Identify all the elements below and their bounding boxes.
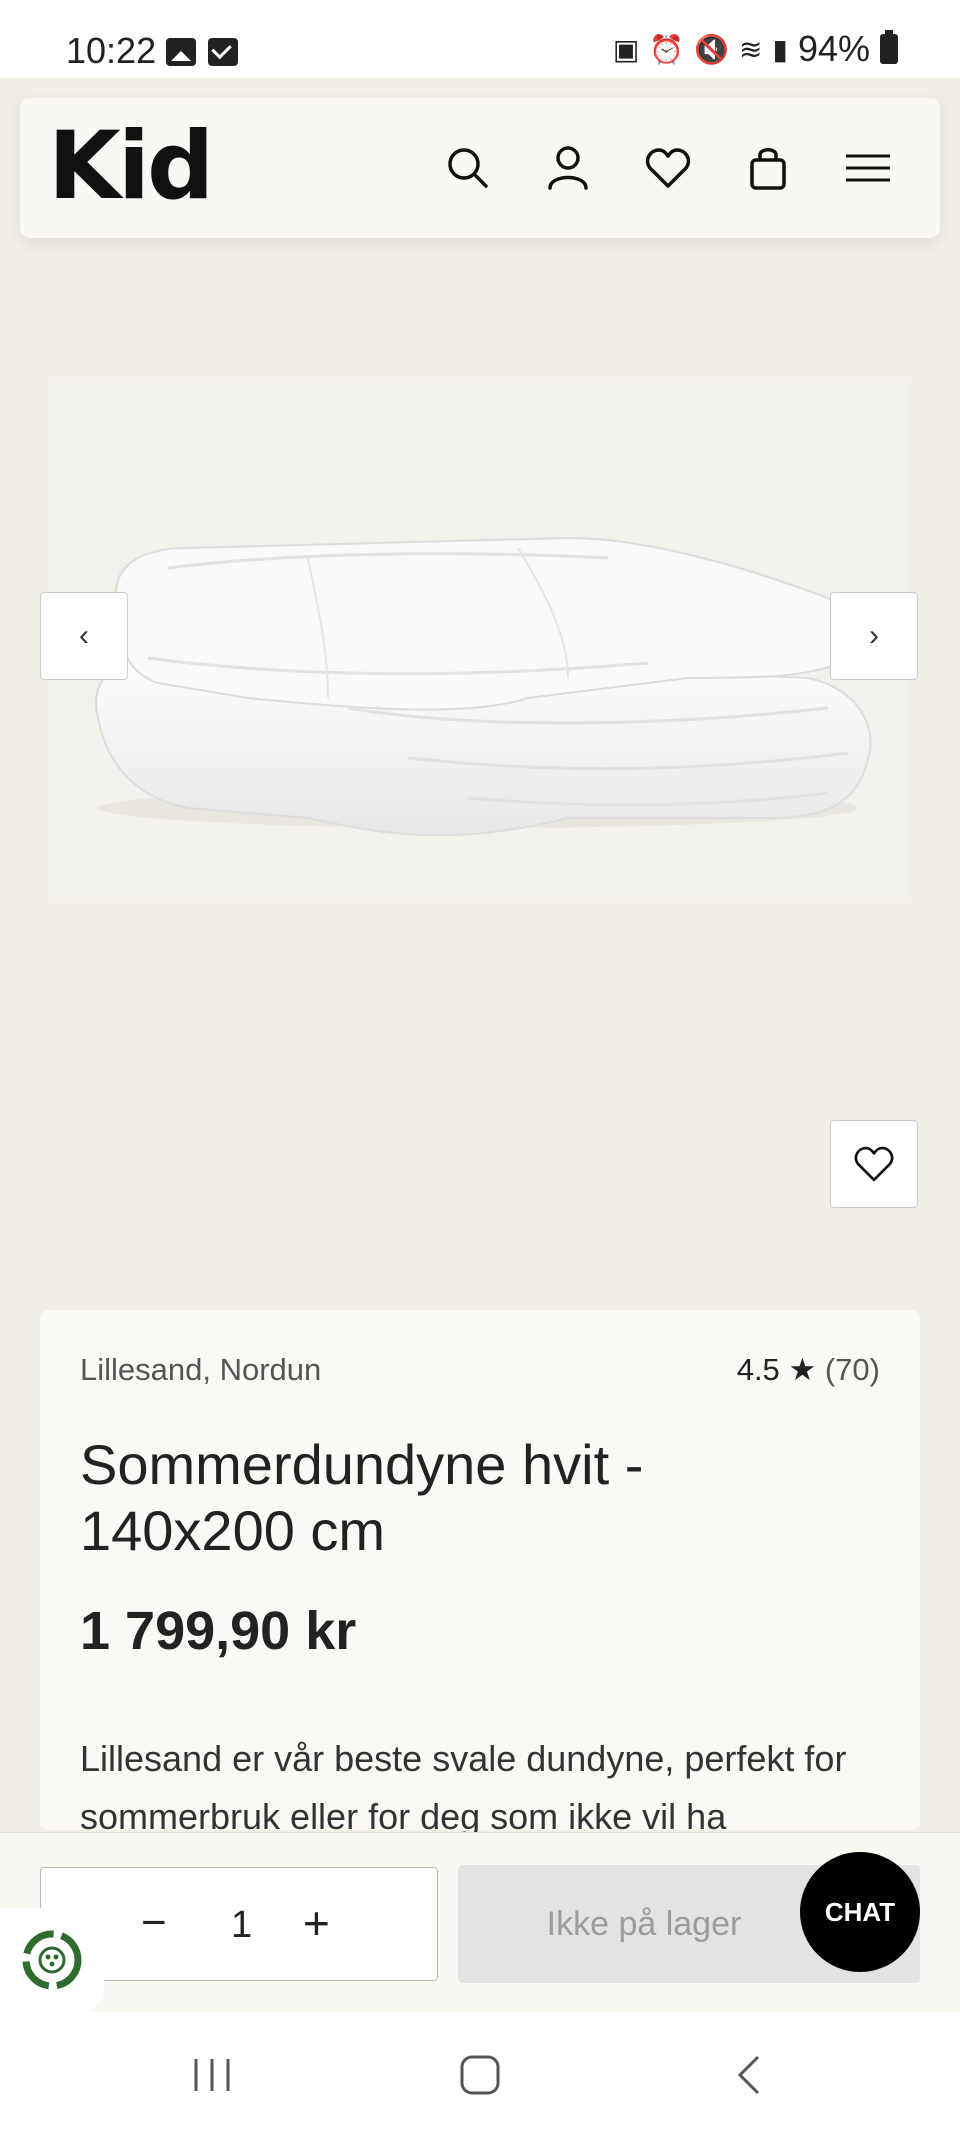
wifi-icon: ≋: [739, 33, 763, 65]
product-gallery: ‹ ›: [0, 238, 960, 1288]
recent-apps-button[interactable]: [182, 2050, 242, 2100]
system-navigation-bar: [0, 2012, 960, 2133]
mute-icon: 🔇: [694, 33, 730, 65]
battery-icon: [880, 30, 898, 64]
chevron-left-icon: ‹: [79, 619, 89, 652]
bag-icon[interactable]: [742, 142, 794, 194]
back-icon: [737, 2055, 760, 2095]
status-bar: 10:22 ▣ ⏰ 🔇 ≋ ▮ 94%: [0, 0, 960, 78]
quantity-value[interactable]: 1: [231, 1904, 252, 1947]
account-icon[interactable]: [542, 142, 594, 194]
rating-count: (70): [824, 1352, 880, 1387]
status-icons-right: ▣ ⏰ 🔇 ≋ ▮ 94%: [613, 28, 898, 70]
home-icon: [460, 2055, 500, 2095]
gallery-next-button[interactable]: ›: [830, 592, 918, 680]
product-description: Lillesand er vår beste svale dundyne, pe…: [80, 1738, 847, 1837]
eco-badge[interactable]: [0, 1908, 104, 2012]
kid-logo[interactable]: Kid: [48, 112, 214, 221]
product-price: 1 799,90 kr: [80, 1601, 357, 1661]
recents-icon: [194, 2059, 230, 2091]
status-time: 10:22: [66, 30, 157, 71]
chevron-right-icon: ›: [869, 619, 879, 652]
star-icon: ★: [788, 1352, 817, 1387]
product-image: [48, 378, 908, 898]
quantity-increase-button[interactable]: +: [303, 1896, 330, 1950]
recycle-icon: [22, 1930, 82, 1990]
product-info-card: Lillesand, Nordun 4.5 ★ (70) Sommerdundy…: [40, 1310, 920, 1837]
back-button[interactable]: [720, 2050, 780, 2100]
battery-percent: 94%: [797, 28, 870, 69]
signal-icon: ▮: [772, 33, 788, 65]
chat-button[interactable]: CHAT: [800, 1852, 920, 1972]
rating-value: 4.5: [736, 1352, 780, 1387]
gallery-prev-button[interactable]: ‹: [40, 592, 128, 680]
quantity-decrease-button[interactable]: −: [141, 1898, 167, 1948]
product-brand[interactable]: Lillesand, Nordun: [80, 1352, 321, 1388]
menu-icon[interactable]: [842, 142, 894, 194]
wishlist-heart-icon[interactable]: [642, 142, 694, 194]
search-icon[interactable]: [442, 142, 494, 194]
mail-icon: [208, 38, 238, 66]
product-rating[interactable]: 4.5 ★ (70): [737, 1352, 880, 1388]
add-to-wishlist-button[interactable]: [830, 1120, 918, 1208]
gallery-icon: [166, 38, 196, 66]
site-header: Kid: [20, 98, 940, 238]
heart-icon: [854, 1146, 894, 1182]
nfc-icon: ▣: [612, 33, 640, 65]
product-title: Sommerdundyne hvit - 140x200 cm: [80, 1433, 644, 1562]
home-button[interactable]: [450, 2050, 510, 2100]
status-icons-left: [166, 38, 238, 66]
alarm-icon: ⏰: [649, 33, 685, 65]
